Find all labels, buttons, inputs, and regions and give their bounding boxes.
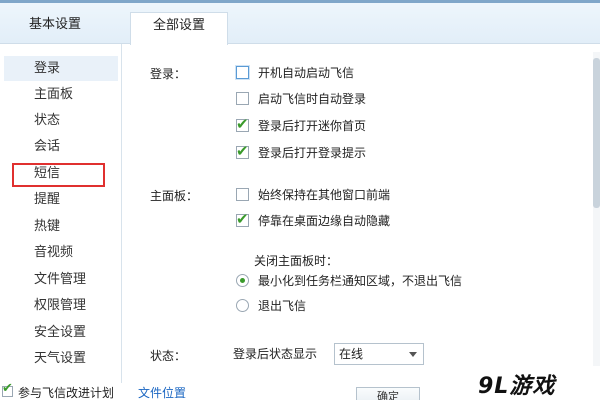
settings-sidebar: 登录 主面板 状态 会话 短信 提醒 热键 音视频 文件管理 权限管理 安全设置… [0,44,122,400]
checkbox[interactable] [236,188,249,201]
option-label: 登录后打开登录提示 [258,146,367,160]
option-label: 最小化到任务栏通知区域，不退出飞信 [258,274,463,288]
content-scrollbar[interactable] [593,52,600,392]
status-section-label: 状态： [150,349,187,363]
checkbox[interactable]: ✔ [236,115,249,133]
status-display-label: 登录后状态显示 [233,347,318,361]
login-section-label: 登录： [150,67,187,81]
sidebar-item-audio-video[interactable]: 音视频 [4,240,118,265]
checkbox[interactable] [236,66,249,79]
settings-tab-bar: 基本设置 全部设置 [0,0,600,45]
sidebar-item-login[interactable]: 登录 [4,56,118,81]
site-watermark: 9L游戏 [420,366,600,400]
sidebar-item-security[interactable]: 安全设置 [4,320,118,345]
checkbox[interactable]: ✔ [236,210,249,228]
settings-content: 登录： 开机自动启动飞信 启动飞信时自动登录 ✔ 登录后打开迷你首页 ✔ 登录后… [123,44,600,400]
checkbox[interactable]: ✔ [236,142,249,160]
checkmark-icon: ✔ [236,210,249,228]
sidebar-item-weather[interactable]: 天气设置 [4,346,118,371]
option-label: 登录后打开迷你首页 [258,119,367,133]
option-label: 始终保持在其他窗口前端 [258,188,391,202]
radio-dot [240,278,245,283]
checkmark-icon: ✔ [2,381,13,396]
status-select[interactable]: 在线 [334,343,424,365]
improvement-plan-label: 参与飞信改进计划 [18,386,115,400]
checkmark-icon: ✔ [236,142,249,160]
sidebar-item-main-panel[interactable]: 主面板 [4,82,118,107]
tab-basic-settings[interactable]: 基本设置 [24,12,86,44]
sidebar-item-sms[interactable]: 短信 [4,161,118,186]
tab-all-settings[interactable]: 全部设置 [130,12,228,45]
checkbox[interactable] [236,92,249,105]
scroll-thumb[interactable] [593,58,600,208]
watermark-logo: 9L游戏 [478,374,556,399]
option-label: 启动飞信时自动登录 [258,92,367,106]
main-panel-section-label: 主面板： [150,189,199,203]
ok-button[interactable]: 确定 [356,387,420,400]
radio-button[interactable] [236,299,249,312]
status-select-value: 在线 [339,347,364,361]
chevron-down-icon [409,352,417,357]
close-panel-heading: 关闭主面板时： [254,254,339,268]
checkmark-icon: ✔ [236,115,249,133]
option-label: 开机自动启动飞信 [258,66,355,80]
sidebar-item-file-management[interactable]: 文件管理 [4,267,118,292]
sidebar-item-status[interactable]: 状态 [4,108,118,133]
window-top-edge [0,0,600,3]
sidebar-item-permission[interactable]: 权限管理 [4,293,118,318]
option-label: 停靠在桌面边缘自动隐藏 [258,214,391,228]
sidebar-item-hotkey[interactable]: 热键 [4,214,118,239]
sidebar-item-reminder[interactable]: 提醒 [4,187,118,212]
sidebar-item-session[interactable]: 会话 [4,134,118,159]
radio-button[interactable] [236,274,249,287]
option-label: 退出飞信 [258,299,307,313]
file-location-link[interactable]: 文件位置 [138,384,186,400]
improvement-plan-checkbox[interactable]: ✔ [2,381,13,397]
